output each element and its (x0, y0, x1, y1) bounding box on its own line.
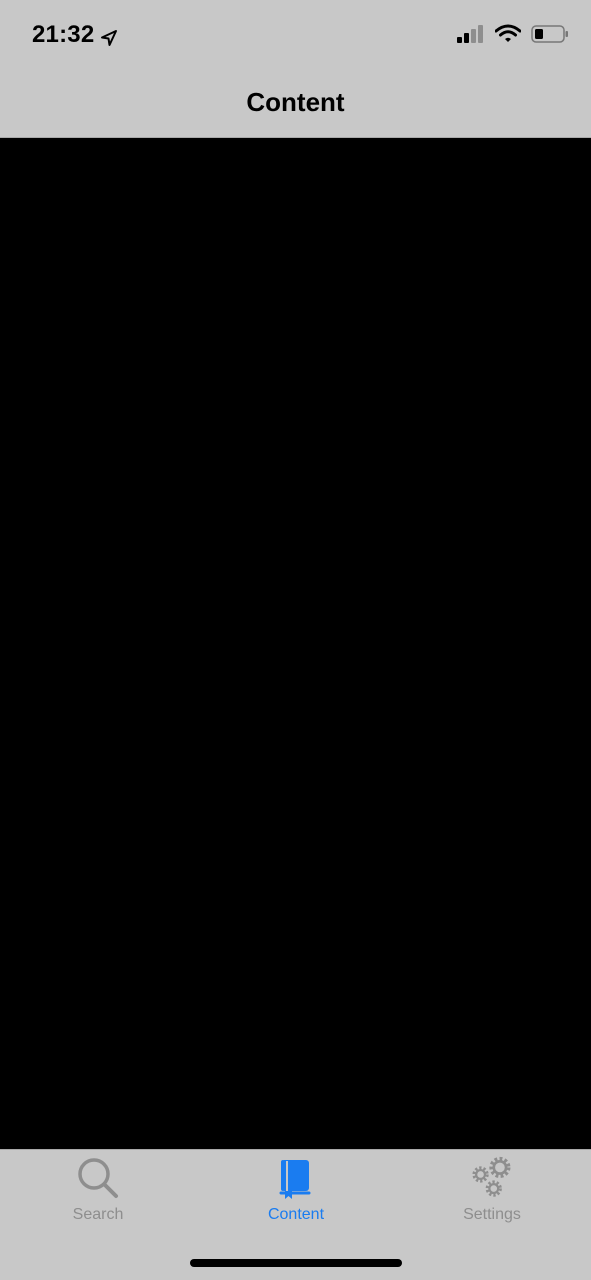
app-screen: 21:32 Content Search Content Settings (0, 0, 591, 1280)
tab-settings-label: Settings (463, 1206, 521, 1223)
tab-search-label: Search (72, 1206, 124, 1223)
tab-bar: Search Content Settings (0, 1149, 591, 1280)
location-arrow-icon (100, 26, 118, 46)
content-view[interactable] (0, 138, 591, 1149)
tab-content[interactable]: Content (226, 1156, 366, 1236)
wifi-icon (494, 24, 522, 49)
tab-search[interactable]: Search (28, 1156, 168, 1236)
home-indicator[interactable] (190, 1259, 402, 1267)
status-bar-time-group: 21:32 (32, 21, 118, 49)
tab-content-label: Content (267, 1206, 325, 1223)
battery-icon (531, 24, 569, 49)
nav-title: Content (246, 87, 345, 117)
tab-settings[interactable]: Settings (422, 1156, 562, 1236)
top-bar: 21:32 Content (0, 0, 591, 138)
cellular-signal-icon (457, 25, 485, 48)
book-icon (274, 1156, 318, 1200)
search-icon (76, 1156, 120, 1200)
gears-icon (470, 1156, 514, 1200)
status-bar-indicators (457, 24, 569, 49)
status-time: 21:32 (32, 21, 95, 48)
